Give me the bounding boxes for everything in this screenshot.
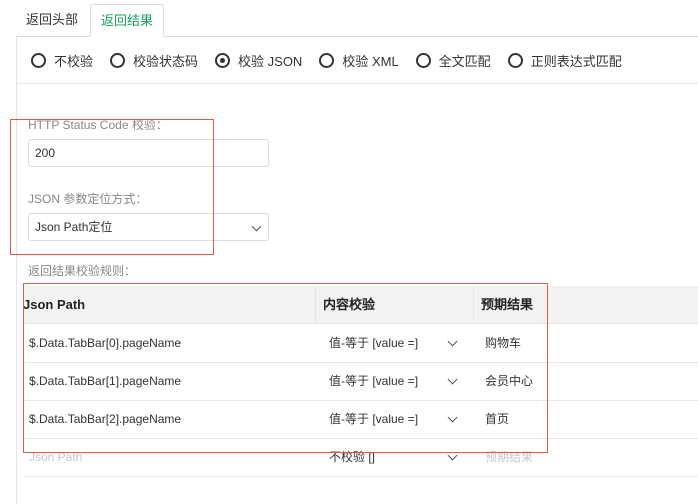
radio-circle-icon (415, 52, 431, 68)
radio-label: 正则表达式匹配 (530, 53, 622, 69)
radio-xml[interactable]: 校验 XML (319, 51, 399, 70)
radio-regex[interactable]: 正则表达式匹配 (507, 51, 622, 70)
radio-label: 校验状态码 (133, 53, 199, 69)
radio-full-text[interactable]: 全文匹配 (415, 51, 491, 70)
table-row: $.Data.TabBar[0].pageName 值-等于 [value =]… (23, 324, 698, 363)
expected-input[interactable]: 首页 (485, 400, 509, 438)
col-content-check: 内容校验 (323, 297, 376, 312)
divider (315, 286, 316, 323)
content-check-select[interactable]: 值-等于 [value =] (329, 400, 461, 438)
radio-selected-icon (215, 52, 231, 68)
radio-json[interactable]: 校验 JSON (215, 51, 302, 70)
col-expected: 预期结果 (481, 297, 534, 312)
table-row-new: Json Path 不校验 [] 预期结果 (23, 438, 698, 477)
table-header: Json Path 内容校验 预期结果 (23, 286, 698, 324)
chevron-down-icon (251, 221, 262, 232)
check-value: 不校验 [] (329, 450, 376, 464)
content-check-select[interactable]: 不校验 [] (329, 438, 461, 476)
radio-circle-icon (31, 52, 46, 68)
table-row: $.Data.TabBar[2].pageName 值-等于 [value =]… (23, 400, 698, 439)
rules-label: 返回结果校验规则： (28, 264, 137, 278)
json-path-input[interactable]: $.Data.TabBar[1].pageName (29, 362, 181, 400)
col-json-path: Json Path (23, 297, 86, 312)
check-value: 值-等于 [value =] (329, 374, 419, 388)
radio-circle-icon (507, 52, 523, 68)
tab-response-headers[interactable]: 返回头部 (16, 4, 88, 35)
check-value: 值-等于 [value =] (329, 412, 419, 426)
radio-label: 不校验 (54, 53, 94, 69)
status-code-input[interactable]: 200 (28, 139, 269, 167)
divider (473, 286, 474, 323)
locate-method-select[interactable]: Json Path定位 (28, 213, 269, 241)
radio-label: 全文匹配 (438, 53, 491, 69)
json-path-input[interactable]: $.Data.TabBar[2].pageName (29, 400, 181, 438)
tab-response-body[interactable]: 返回结果 (90, 4, 165, 37)
expected-input[interactable]: 购物车 (485, 324, 521, 362)
json-path-input[interactable]: $.Data.TabBar[0].pageName (29, 324, 181, 362)
table-row: $.Data.TabBar[1].pageName 值-等于 [value =]… (23, 362, 698, 401)
json-path-input[interactable]: Json Path (29, 438, 82, 476)
tab-bar: 返回头部 返回结果 (16, 0, 698, 37)
content-check-select[interactable]: 值-等于 [value =] (329, 362, 461, 400)
radio-circle-icon (319, 52, 335, 68)
radio-status-code[interactable]: 校验状态码 (110, 51, 198, 70)
expected-input[interactable]: 预期结果 (485, 438, 533, 476)
radio-circle-icon (110, 52, 126, 68)
content-check-select[interactable]: 值-等于 [value =] (329, 324, 461, 362)
validation-mode-radio-group: 不校验 校验状态码 校验 JSON 校验 XML 全文匹配 正则表达式匹配 (31, 50, 639, 70)
locate-method-label: JSON 参数定位方式： (28, 192, 148, 206)
status-code-label: HTTP Status Code 校验： (28, 118, 168, 132)
radio-no-check[interactable]: 不校验 (31, 51, 93, 70)
radio-label: 校验 JSON (238, 53, 303, 69)
expected-input[interactable]: 会员中心 (485, 362, 533, 400)
response-body-panel: 不校验 校验状态码 校验 JSON 校验 XML 全文匹配 正则表达式匹配 HT… (16, 36, 698, 504)
check-value: 值-等于 [value =] (329, 336, 419, 350)
divider (17, 83, 698, 84)
locate-method-value: Json Path定位 (35, 220, 113, 234)
radio-label: 校验 XML (342, 53, 399, 69)
